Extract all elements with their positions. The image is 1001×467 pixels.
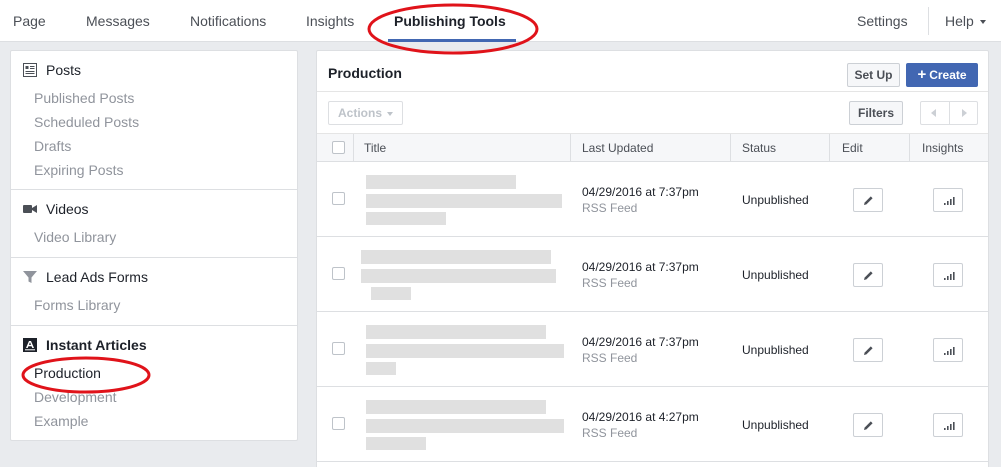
annotation-overlay [21, 3, 539, 394]
annotation-ellipse-production [21, 356, 151, 394]
annotation-ellipse-publishing-tools [367, 3, 539, 55]
